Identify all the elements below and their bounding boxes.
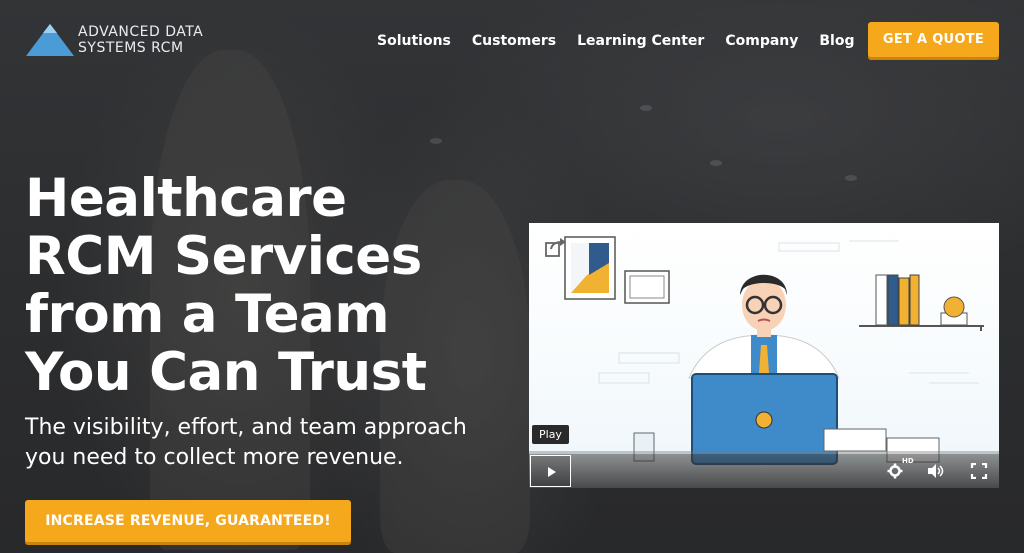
hero-subtitle: The visibility, effort, and team approac… xyxy=(25,415,467,470)
doctor-character xyxy=(688,274,840,379)
nav-customers[interactable]: Customers xyxy=(472,33,556,49)
share-icon[interactable] xyxy=(545,237,567,257)
brand-name-line1: ADVANCED DATA xyxy=(78,24,204,40)
video-thumbnail-illustration xyxy=(564,236,984,465)
brand-name: ADVANCED DATA SYSTEMS RCM xyxy=(78,24,203,56)
wall-picture-frame xyxy=(624,270,670,304)
main-nav: Solutions Customers Learning Center Comp… xyxy=(377,32,944,50)
fullscreen-icon[interactable] xyxy=(970,463,988,479)
brand-logo[interactable]: ADVANCED DATA SYSTEMS RCM xyxy=(24,22,203,58)
volume-icon[interactable] xyxy=(927,463,945,479)
nav-learning-center[interactable]: Learning Center xyxy=(577,33,704,49)
brand-name-line2: SYSTEMS RCM xyxy=(78,40,184,56)
shelf-with-binders xyxy=(859,274,984,331)
nav-solutions[interactable]: Solutions xyxy=(377,33,451,49)
play-tooltip: Play xyxy=(532,425,569,444)
nav-company[interactable]: Company xyxy=(725,33,798,49)
logo-triangle-icon xyxy=(26,24,74,56)
play-button[interactable] xyxy=(530,455,571,487)
video-controls: HD xyxy=(529,454,999,488)
gear-icon[interactable] xyxy=(886,463,904,479)
nav-blog[interactable]: Blog xyxy=(819,33,854,49)
hero-title: Healthcare RCM Services from a Team You … xyxy=(25,168,427,403)
wall-picture-chart xyxy=(564,236,616,300)
increase-revenue-button[interactable]: INCREASE REVENUE, GUARANTEED! xyxy=(25,500,351,542)
site-header: ADVANCED DATA SYSTEMS RCM Solutions Cust… xyxy=(0,0,1024,80)
get-a-quote-button[interactable]: GET A QUOTE xyxy=(868,22,999,57)
video-player[interactable]: Play HD xyxy=(529,223,999,488)
hd-badge: HD xyxy=(902,457,914,465)
